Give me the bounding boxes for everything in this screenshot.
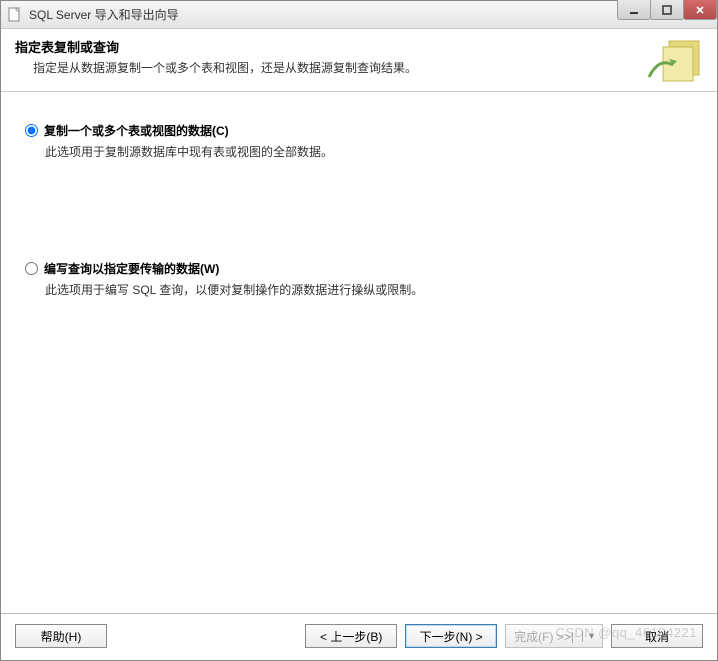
cancel-button-label: 取消 <box>645 628 669 645</box>
next-button-label: 下一步(N) > <box>420 628 483 645</box>
cancel-button[interactable]: 取消 <box>611 624 703 648</box>
minimize-button[interactable] <box>617 0 651 20</box>
help-button[interactable]: 帮助(H) <box>15 624 107 648</box>
wizard-content: 复制一个或多个表或视图的数据(C) 此选项用于复制源数据库中现有表或视图的全部数… <box>1 92 717 613</box>
header-text: 指定表复制或查询 指定是从数据源复制一个或多个表和视图，还是从数据源复制查询结果… <box>15 37 631 80</box>
radio-copy-tables-label: 复制一个或多个表或视图的数据(C) <box>44 122 229 139</box>
help-button-label: 帮助(H) <box>41 628 82 645</box>
back-button-label: < 上一步(B) <box>320 628 382 645</box>
wizard-header: 指定表复制或查询 指定是从数据源复制一个或多个表和视图，还是从数据源复制查询结果… <box>1 29 717 92</box>
option-write-query: 编写查询以指定要传输的数据(W) 此选项用于编写 SQL 查询，以便对复制操作的… <box>25 260 693 298</box>
next-button[interactable]: 下一步(N) > <box>405 624 497 648</box>
maximize-button[interactable] <box>650 0 684 20</box>
radio-copy-tables[interactable]: 复制一个或多个表或视图的数据(C) <box>25 122 693 139</box>
finish-dropdown-icon: ▾ <box>582 631 594 642</box>
option-write-query-desc: 此选项用于编写 SQL 查询，以便对复制操作的源数据进行操纵或限制。 <box>45 281 693 298</box>
header-subtitle: 指定是从数据源复制一个或多个表和视图，还是从数据源复制查询结果。 <box>33 59 631 76</box>
back-button[interactable]: < 上一步(B) <box>305 624 397 648</box>
button-bar: 帮助(H) < 上一步(B) 下一步(N) > 完成(F) >>| ▾ 取消 <box>1 614 717 660</box>
finish-button-label: 完成(F) >>| <box>514 628 574 645</box>
radio-write-query-label: 编写查询以指定要传输的数据(W) <box>44 260 219 277</box>
radio-write-query-input[interactable] <box>25 262 38 275</box>
wizard-step-icon <box>639 37 703 85</box>
window-controls <box>618 0 717 20</box>
option-copy-tables-desc: 此选项用于复制源数据库中现有表或视图的全部数据。 <box>45 143 693 160</box>
radio-copy-tables-input[interactable] <box>25 124 38 137</box>
finish-button: 完成(F) >>| ▾ <box>505 624 603 648</box>
option-copy-tables: 复制一个或多个表或视图的数据(C) 此选项用于复制源数据库中现有表或视图的全部数… <box>25 122 693 160</box>
titlebar: SQL Server 导入和导出向导 <box>1 1 717 29</box>
close-button[interactable] <box>683 0 717 20</box>
app-icon <box>7 7 23 23</box>
header-title: 指定表复制或查询 <box>15 37 631 56</box>
window-title: SQL Server 导入和导出向导 <box>29 6 179 23</box>
radio-write-query[interactable]: 编写查询以指定要传输的数据(W) <box>25 260 693 277</box>
wizard-window: SQL Server 导入和导出向导 指定表复制或查询 指定是从数据源复制一个或… <box>0 0 718 661</box>
